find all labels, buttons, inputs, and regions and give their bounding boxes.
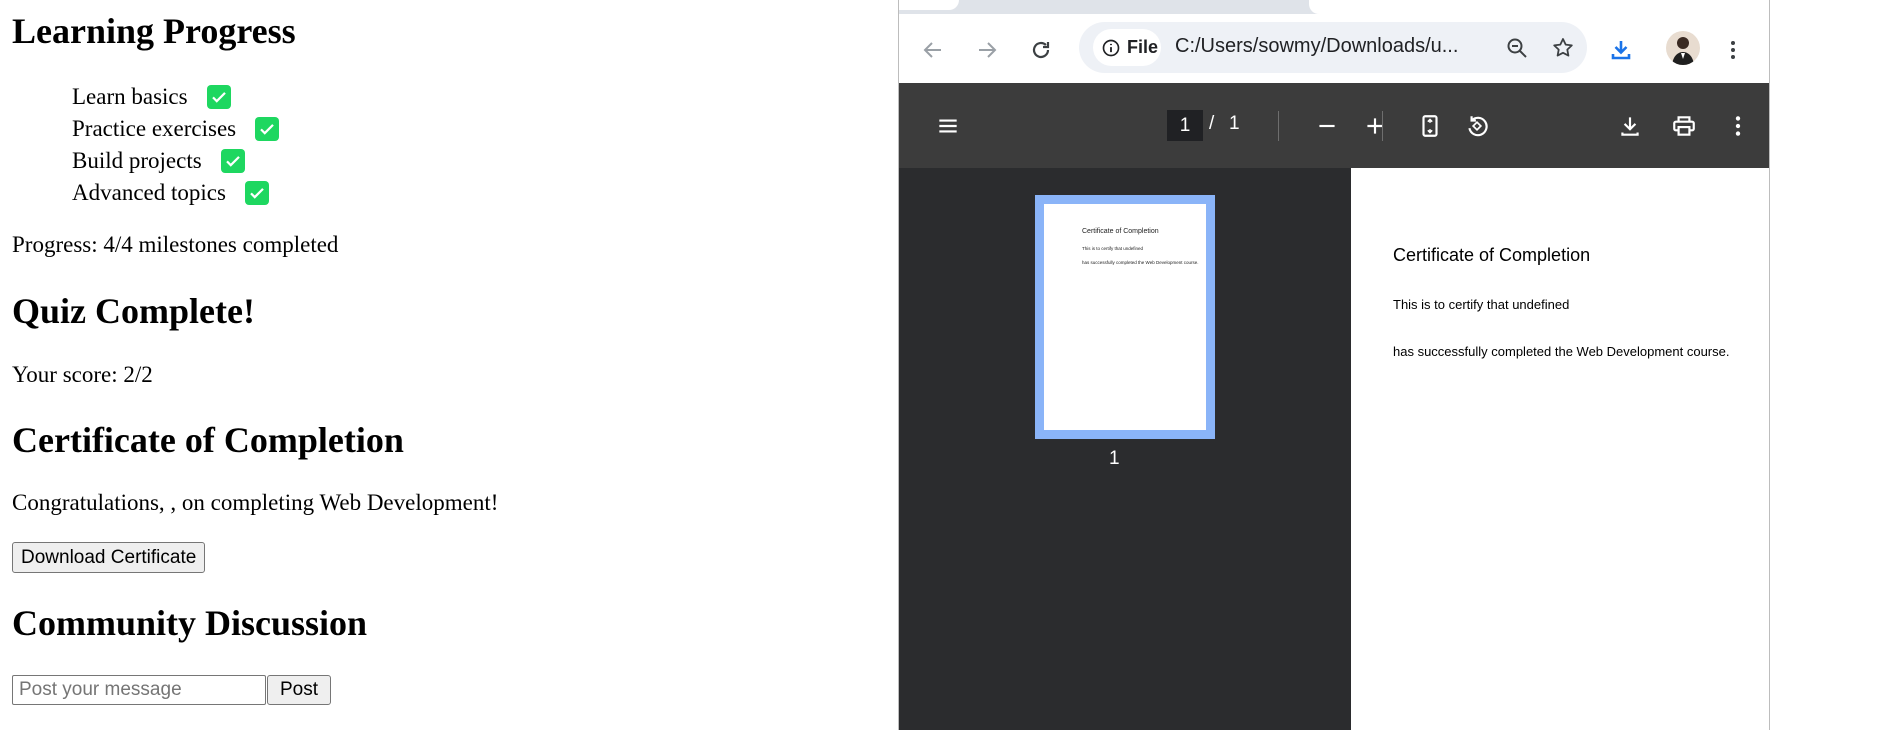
page-separator: / xyxy=(1209,113,1215,134)
zoom-out-button[interactable] xyxy=(1308,107,1346,145)
progress-text: Progress: 4/4 milestones completed xyxy=(12,232,339,257)
site-info-chip[interactable]: File xyxy=(1093,29,1161,66)
forward-button[interactable] xyxy=(969,32,1005,68)
thumbnail-page: Certificate of Completion This is to cer… xyxy=(1044,204,1206,430)
message-input[interactable] xyxy=(12,675,266,705)
pdf-page: Certificate of Completion This is to cer… xyxy=(1351,168,1769,730)
document-title: Certificate of Completion xyxy=(1393,245,1591,265)
checkbox-checked-icon[interactable] xyxy=(220,149,245,173)
rotate-button[interactable] xyxy=(1458,107,1496,145)
sidebar-toggle-button[interactable] xyxy=(929,107,967,145)
zoom-in-button[interactable] xyxy=(1356,107,1394,145)
milestone-label: Practice exercises xyxy=(72,116,237,141)
document-line: has successfully completed the Web Devel… xyxy=(1393,344,1730,359)
downloads-button[interactable] xyxy=(1603,32,1639,68)
post-button[interactable]: Post xyxy=(267,675,331,705)
pdf-download-button[interactable] xyxy=(1611,107,1649,145)
milestone-item: Build projects xyxy=(72,146,245,176)
rotate-icon xyxy=(1468,116,1488,137)
more-vertical-icon xyxy=(1735,116,1741,136)
arrow-right-icon xyxy=(979,42,997,58)
fit-page-button[interactable] xyxy=(1411,107,1449,145)
minus-icon xyxy=(1319,124,1335,128)
thumbnail-line: This is to certify that undefined xyxy=(1082,246,1144,251)
plus-icon xyxy=(1367,118,1383,134)
reload-button[interactable] xyxy=(1023,32,1059,68)
milestone-label: Learn basics xyxy=(72,84,188,109)
course-page: Learning Progress Learn basics Practice … xyxy=(0,0,890,730)
tab-strip xyxy=(899,0,1769,14)
milestone-item: Advanced topics xyxy=(72,178,269,208)
thumbnail-page-number: 1 xyxy=(1109,448,1120,469)
certificate-message: Congratulations, , on completing Web Dev… xyxy=(12,490,499,515)
pdf-toolbar: 1 / 1 xyxy=(899,83,1769,168)
download-icon xyxy=(1621,117,1639,136)
quiz-score: Your score: 2/2 xyxy=(12,362,153,387)
divider xyxy=(1382,111,1383,141)
reload-icon xyxy=(1032,41,1050,59)
more-vertical-icon xyxy=(1731,41,1735,59)
zoom-button[interactable] xyxy=(1499,30,1535,66)
tab[interactable] xyxy=(899,0,959,10)
arrow-left-icon xyxy=(923,42,941,58)
certificate-heading: Certificate of Completion xyxy=(12,420,404,460)
address-bar[interactable]: File C:/Users/sowmy/Downloads/u... xyxy=(1079,22,1587,73)
fit-to-page-icon xyxy=(1422,115,1438,137)
hamburger-menu-icon xyxy=(939,119,957,133)
checkbox-checked-icon[interactable] xyxy=(206,85,231,109)
url-text[interactable]: C:/Users/sowmy/Downloads/u... xyxy=(1175,35,1458,58)
page-number-input[interactable]: 1 xyxy=(1167,110,1203,141)
milestone-item: Practice exercises xyxy=(72,114,280,144)
star-icon xyxy=(1553,38,1573,57)
profile-avatar[interactable] xyxy=(1666,31,1700,65)
thumbnail-line: has successfully completed the Web Devel… xyxy=(1082,260,1199,265)
checkbox-checked-icon[interactable] xyxy=(244,181,269,205)
print-button[interactable] xyxy=(1665,107,1703,145)
download-certificate-button[interactable]: Download Certificate xyxy=(12,542,206,573)
info-icon xyxy=(1102,39,1120,56)
page-total: 1 xyxy=(1229,113,1240,134)
download-icon xyxy=(1611,41,1631,60)
menu-button[interactable] xyxy=(1715,32,1751,68)
browser-toolbar: File C:/Users/sowmy/Downloads/u... xyxy=(899,14,1769,83)
community-heading: Community Discussion xyxy=(12,603,368,643)
back-button[interactable] xyxy=(915,32,951,68)
thumbnail-sidebar: Certificate of Completion This is to cer… xyxy=(899,168,1351,730)
document-line: This is to certify that undefined xyxy=(1393,297,1570,312)
milestone-label: Advanced topics xyxy=(72,180,226,205)
browser-window: File C:/Users/sowmy/Downloads/u... 1 / 1 xyxy=(898,0,1770,730)
bookmark-button[interactable] xyxy=(1545,30,1581,66)
checkbox-checked-icon[interactable] xyxy=(255,117,280,141)
milestone-label: Build projects xyxy=(72,148,202,173)
chip-label: File xyxy=(1127,37,1159,57)
quiz-heading: Quiz Complete! xyxy=(12,291,255,331)
zoom-out-icon xyxy=(1507,38,1527,58)
printer-icon xyxy=(1673,116,1695,136)
pdf-more-button[interactable] xyxy=(1719,107,1757,145)
thumbnail-title: Certificate of Completion xyxy=(1082,228,1159,235)
tab-strip-edge xyxy=(1309,0,1769,14)
divider xyxy=(1278,111,1279,141)
milestone-item: Learn basics xyxy=(72,82,231,112)
learning-progress-heading: Learning Progress xyxy=(12,11,296,51)
page-thumbnail[interactable]: Certificate of Completion This is to cer… xyxy=(1035,195,1215,439)
